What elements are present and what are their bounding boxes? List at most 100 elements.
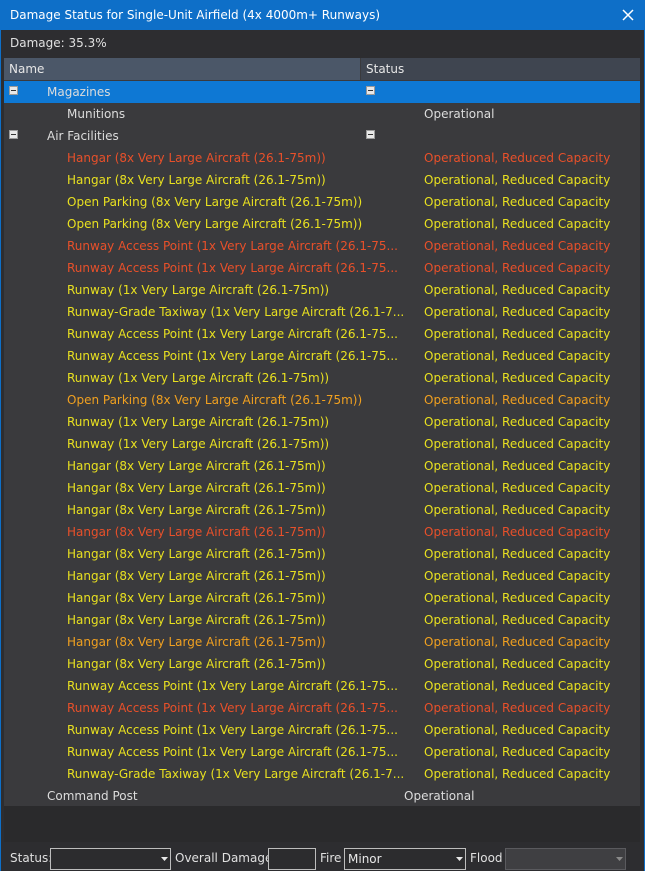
tree-row[interactable]: Open Parking (8x Very Large Aircraft (26… xyxy=(4,213,640,235)
row-name: Hangar (8x Very Large Aircraft (26.1-75m… xyxy=(67,503,326,517)
tree-row[interactable]: Open Parking (8x Very Large Aircraft (26… xyxy=(4,191,640,213)
row-name: Hangar (8x Very Large Aircraft (26.1-75m… xyxy=(67,569,326,583)
overall-damage-label: Overall Damage: xyxy=(175,851,277,865)
collapse-toggle-icon[interactable] xyxy=(366,130,375,139)
close-icon xyxy=(622,9,634,21)
tree-row[interactable]: Hangar (8x Very Large Aircraft (26.1-75m… xyxy=(4,455,640,477)
chevron-down-icon[interactable] xyxy=(158,849,170,869)
title-bar: Damage Status for Single-Unit Airfield (… xyxy=(0,0,645,30)
window-title: Damage Status for Single-Unit Airfield (… xyxy=(10,8,381,22)
column-header-name[interactable]: Name xyxy=(4,58,360,80)
row-name: Runway Access Point (1x Very Large Aircr… xyxy=(67,723,398,737)
row-status: Operational, Reduced Capacity xyxy=(424,195,611,209)
row-status: Operational, Reduced Capacity xyxy=(424,283,611,297)
row-status: Operational, Reduced Capacity xyxy=(424,151,611,165)
tree-row[interactable]: Hangar (8x Very Large Aircraft (26.1-75m… xyxy=(4,147,640,169)
row-status: Operational, Reduced Capacity xyxy=(424,613,611,627)
tree-row[interactable]: Magazines xyxy=(4,81,640,103)
row-name: Magazines xyxy=(47,85,111,99)
row-name: Hangar (8x Very Large Aircraft (26.1-75m… xyxy=(67,481,326,495)
tree-row[interactable]: Hangar (8x Very Large Aircraft (26.1-75m… xyxy=(4,587,640,609)
row-status: Operational, Reduced Capacity xyxy=(424,503,611,517)
tree-row[interactable]: Hangar (8x Very Large Aircraft (26.1-75m… xyxy=(4,565,640,587)
row-name: Runway (1x Very Large Aircraft (26.1-75m… xyxy=(67,415,330,429)
row-status: Operational xyxy=(424,107,495,121)
row-name: Runway Access Point (1x Very Large Aircr… xyxy=(67,679,398,693)
damage-percentage: Damage: 35.3% xyxy=(10,36,107,50)
tree-row[interactable]: Hangar (8x Very Large Aircraft (26.1-75m… xyxy=(4,653,640,675)
tree-row[interactable]: Runway (1x Very Large Aircraft (26.1-75m… xyxy=(4,433,640,455)
tree-row[interactable]: Munitions Operational xyxy=(4,103,640,125)
tree-row[interactable]: Hangar (8x Very Large Aircraft (26.1-75m… xyxy=(4,169,640,191)
tree-row[interactable]: Hangar (8x Very Large Aircraft (26.1-75m… xyxy=(4,477,640,499)
row-name: Open Parking (8x Very Large Aircraft (26… xyxy=(67,217,363,231)
row-name: Runway Access Point (1x Very Large Aircr… xyxy=(67,239,398,253)
collapse-toggle-icon[interactable] xyxy=(366,86,375,95)
row-name: Munitions xyxy=(67,107,126,121)
tree-row[interactable]: Runway Access Point (1x Very Large Aircr… xyxy=(4,741,640,763)
row-name: Command Post xyxy=(47,789,138,803)
collapse-toggle-icon[interactable] xyxy=(9,130,18,139)
tree-header: Name Status xyxy=(4,58,640,80)
chevron-down-icon[interactable] xyxy=(613,849,625,869)
tree-row[interactable]: Runway Access Point (1x Very Large Aircr… xyxy=(4,345,640,367)
tree-row[interactable]: Hangar (8x Very Large Aircraft (26.1-75m… xyxy=(4,521,640,543)
row-status: Operational, Reduced Capacity xyxy=(424,745,611,759)
tree-row[interactable]: Command Post Operational xyxy=(4,785,640,807)
row-status: Operational, Reduced Capacity xyxy=(424,415,611,429)
tree-row[interactable]: Runway Access Point (1x Very Large Aircr… xyxy=(4,235,640,257)
row-status: Operational, Reduced Capacity xyxy=(424,569,611,583)
fire-select[interactable]: Minor xyxy=(344,848,466,870)
row-status: Operational, Reduced Capacity xyxy=(424,327,611,341)
window-border-left xyxy=(0,30,1,871)
status-label: Status: xyxy=(10,851,53,865)
tree-row[interactable]: Hangar (8x Very Large Aircraft (26.1-75m… xyxy=(4,543,640,565)
tree-row[interactable]: Runway (1x Very Large Aircraft (26.1-75m… xyxy=(4,367,640,389)
row-status: Operational, Reduced Capacity xyxy=(424,217,611,231)
overall-damage-input[interactable] xyxy=(268,848,316,870)
tree-row[interactable]: Runway Access Point (1x Very Large Aircr… xyxy=(4,323,640,345)
row-name: Hangar (8x Very Large Aircraft (26.1-75m… xyxy=(67,173,326,187)
collapse-toggle-icon[interactable] xyxy=(9,86,18,95)
row-status: Operational, Reduced Capacity xyxy=(424,371,611,385)
tree-row[interactable]: Air Facilities xyxy=(4,125,640,147)
row-status: Operational, Reduced Capacity xyxy=(424,591,611,605)
row-name: Runway Access Point (1x Very Large Aircr… xyxy=(67,745,398,759)
row-status: Operational, Reduced Capacity xyxy=(424,547,611,561)
tree-row[interactable]: Hangar (8x Very Large Aircraft (26.1-75m… xyxy=(4,631,640,653)
row-name: Hangar (8x Very Large Aircraft (26.1-75m… xyxy=(67,657,326,671)
fire-value: Minor xyxy=(348,852,382,866)
tree-row[interactable]: Runway-Grade Taxiway (1x Very Large Airc… xyxy=(4,763,640,785)
tree-row[interactable]: Runway Access Point (1x Very Large Aircr… xyxy=(4,257,640,279)
row-status: Operational xyxy=(404,789,475,803)
row-status: Operational, Reduced Capacity xyxy=(424,305,611,319)
flood-select[interactable] xyxy=(505,848,626,870)
tree-row[interactable]: Runway (1x Very Large Aircraft (26.1-75m… xyxy=(4,279,640,301)
row-status: Operational, Reduced Capacity xyxy=(424,723,611,737)
tree-row[interactable]: Runway Access Point (1x Very Large Aircr… xyxy=(4,675,640,697)
chevron-down-icon[interactable] xyxy=(453,849,465,869)
row-name: Runway (1x Very Large Aircraft (26.1-75m… xyxy=(67,437,330,451)
tree-row[interactable]: Hangar (8x Very Large Aircraft (26.1-75m… xyxy=(4,609,640,631)
status-select[interactable] xyxy=(50,848,171,870)
fire-label: Fire xyxy=(320,851,342,865)
row-name: Runway (1x Very Large Aircraft (26.1-75m… xyxy=(67,283,330,297)
tree-rows: Magazines Munitions Operational Air Facilit… xyxy=(4,81,640,807)
row-status: Operational, Reduced Capacity xyxy=(424,239,611,253)
tree-row[interactable]: Runway Access Point (1x Very Large Aircr… xyxy=(4,697,640,719)
tree-row[interactable]: Hangar (8x Very Large Aircraft (26.1-75m… xyxy=(4,499,640,521)
tree-row[interactable]: Runway Access Point (1x Very Large Aircr… xyxy=(4,719,640,741)
row-name: Runway Access Point (1x Very Large Aircr… xyxy=(67,349,398,363)
column-header-status[interactable]: Status xyxy=(361,58,640,80)
row-name: Hangar (8x Very Large Aircraft (26.1-75m… xyxy=(67,151,326,165)
row-status: Operational, Reduced Capacity xyxy=(424,701,611,715)
close-button[interactable] xyxy=(617,4,639,26)
row-name: Hangar (8x Very Large Aircraft (26.1-75m… xyxy=(67,547,326,561)
tree-row[interactable]: Runway-Grade Taxiway (1x Very Large Airc… xyxy=(4,301,640,323)
tree-row[interactable]: Runway (1x Very Large Aircraft (26.1-75m… xyxy=(4,411,640,433)
row-name: Hangar (8x Very Large Aircraft (26.1-75m… xyxy=(67,591,326,605)
row-status: Operational, Reduced Capacity xyxy=(424,679,611,693)
damage-tree[interactable]: Name Status Magazines Munitions Operationa… xyxy=(4,58,640,842)
row-status: Operational, Reduced Capacity xyxy=(424,459,611,473)
tree-row[interactable]: Open Parking (8x Very Large Aircraft (26… xyxy=(4,389,640,411)
